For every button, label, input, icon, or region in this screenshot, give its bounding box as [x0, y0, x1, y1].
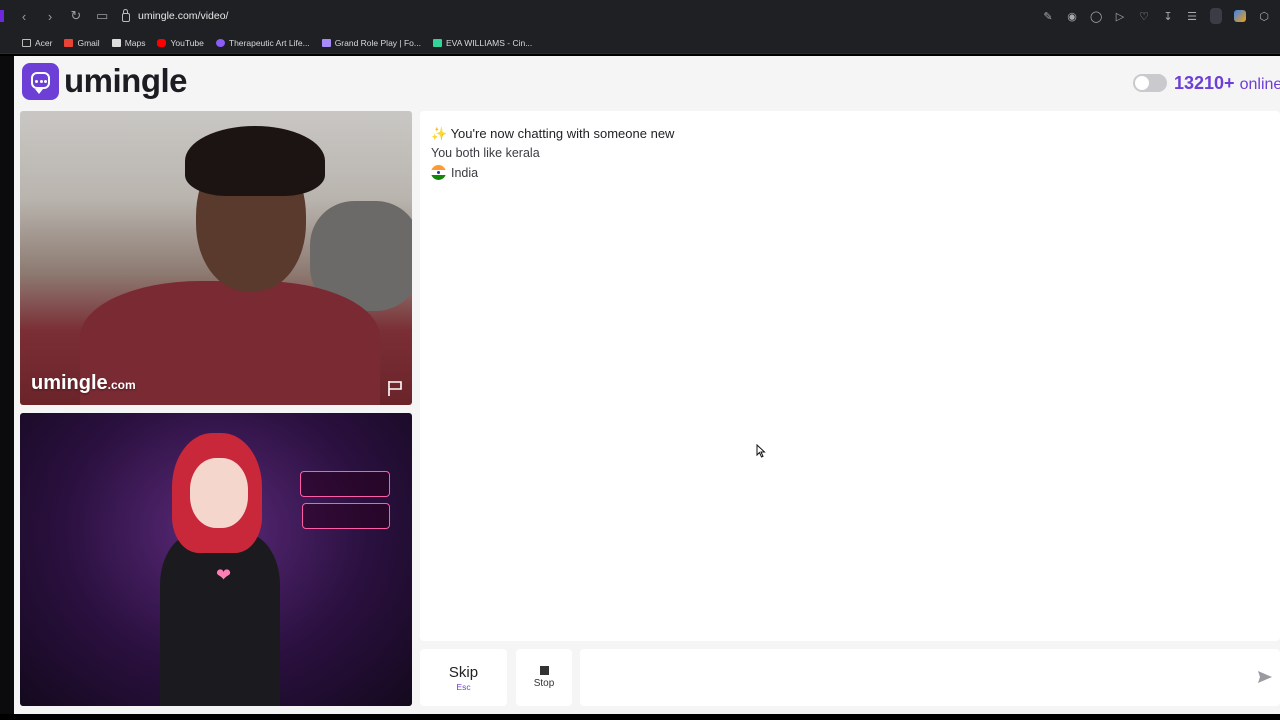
menu-icon[interactable]: ☰ — [1186, 10, 1198, 23]
chat-panel: ✨ You're now chatting with someone new Y… — [420, 111, 1280, 641]
neon-sign — [302, 503, 390, 529]
download-icon[interactable]: ↧ — [1162, 10, 1174, 23]
heart-icon[interactable]: ♡ — [1138, 10, 1150, 23]
bookmark-grand-role-play[interactable]: Grand Role Play | Fo... — [321, 38, 421, 48]
stop-label: Stop — [533, 678, 555, 689]
mouse-cursor-icon — [756, 444, 766, 458]
logo-icon[interactable] — [22, 63, 59, 100]
site-icon — [433, 38, 442, 47]
online-count: 13210+ online — [1174, 73, 1280, 94]
site-icon — [321, 38, 331, 47]
avatar-body — [160, 533, 280, 706]
folder-icon — [22, 38, 31, 47]
bookmarks-bar: Acer Gmail Maps YouTube Therapeutic Art … — [0, 32, 1280, 54]
site-header: umingle 13210+ online — [14, 56, 1280, 110]
stranger-video: umingle.com — [20, 111, 412, 405]
avatar-face — [190, 458, 248, 528]
skip-shortcut: Esc — [456, 681, 471, 692]
sparkle-icon: ✨ — [431, 126, 448, 141]
skip-label: Skip — [448, 663, 479, 681]
back-icon[interactable]: ‹ — [18, 9, 30, 24]
self-video: ❤ — [20, 413, 412, 706]
umingle-watermark: umingle.com — [31, 372, 136, 394]
theme-toggle[interactable] — [1133, 74, 1167, 92]
report-flag-icon[interactable] — [386, 379, 404, 397]
url-text[interactable]: umingle.com/video/ — [138, 10, 228, 22]
umingle-page: umingle 13210+ online umingle.com ❤ ✨ Yo… — [14, 56, 1280, 714]
dots-icon — [35, 80, 47, 83]
online-number: 13210+ — [1174, 73, 1235, 93]
bookmark-gmail[interactable]: Gmail — [64, 38, 100, 48]
browser-actions: ✎ ◉ ◯ ▷ ♡ ↧ ☰ ⬡ — [1042, 0, 1270, 32]
new-chat-text: You're now chatting with someone new — [450, 126, 675, 141]
page-icon — [111, 38, 121, 47]
common-interest-text: You both like kerala — [431, 146, 540, 160]
extension-icon[interactable] — [1234, 10, 1246, 22]
bookmark-acer[interactable]: Acer — [22, 38, 52, 48]
browser-toolbar: ‹ › ↻ ▭ umingle.com/video/ ✎ ◉ ◯ ▷ ♡ ↧ ☰… — [0, 0, 1280, 32]
skip-button[interactable]: Skip Esc — [420, 649, 507, 706]
heart-icon: ❤ — [216, 565, 232, 585]
india-flag-icon — [431, 165, 446, 180]
lock-icon[interactable] — [122, 9, 130, 22]
play-icon[interactable]: ▷ — [1114, 10, 1126, 23]
left-gutter — [0, 56, 14, 714]
bookmark-therapeutic[interactable]: Therapeutic Art Life... — [215, 38, 310, 48]
country-text: India — [451, 165, 479, 180]
youtube-icon — [157, 38, 167, 47]
neon-sign — [300, 471, 390, 497]
stop-icon — [539, 666, 549, 675]
online-label: online — [1239, 76, 1280, 93]
forward-icon[interactable]: › — [44, 9, 56, 24]
logo-text[interactable]: umingle — [64, 62, 188, 100]
nav-buttons: ‹ › ↻ ▭ — [0, 8, 108, 24]
bookmark-youtube[interactable]: YouTube — [157, 38, 204, 48]
system-message: ✨ You're now chatting with someone new — [431, 126, 674, 142]
site-icon — [215, 38, 225, 47]
country-info: India — [431, 165, 478, 180]
stop-button[interactable]: Stop — [516, 649, 572, 706]
send-icon[interactable] — [1257, 669, 1273, 685]
bookmark-maps[interactable]: Maps — [111, 38, 145, 48]
gmail-icon — [64, 38, 74, 47]
video-person-hair — [185, 126, 325, 196]
message-box[interactable] — [580, 649, 1280, 706]
tab-icon[interactable]: ▭ — [96, 8, 108, 24]
reload-icon[interactable]: ↻ — [70, 8, 82, 24]
camera-icon[interactable]: ◉ — [1066, 10, 1078, 23]
shield-icon[interactable]: ◯ — [1090, 10, 1102, 23]
edit-icon[interactable]: ✎ — [1042, 10, 1054, 23]
address-bar[interactable]: umingle.com/video/ — [122, 9, 228, 22]
bookmark-eva-williams[interactable]: EVA WILLIAMS - Cin... — [433, 38, 532, 48]
cube-icon[interactable]: ⬡ — [1258, 10, 1270, 23]
message-input[interactable] — [590, 649, 1230, 706]
sidebar-accent — [0, 10, 4, 22]
profile-icon[interactable] — [1210, 8, 1222, 24]
